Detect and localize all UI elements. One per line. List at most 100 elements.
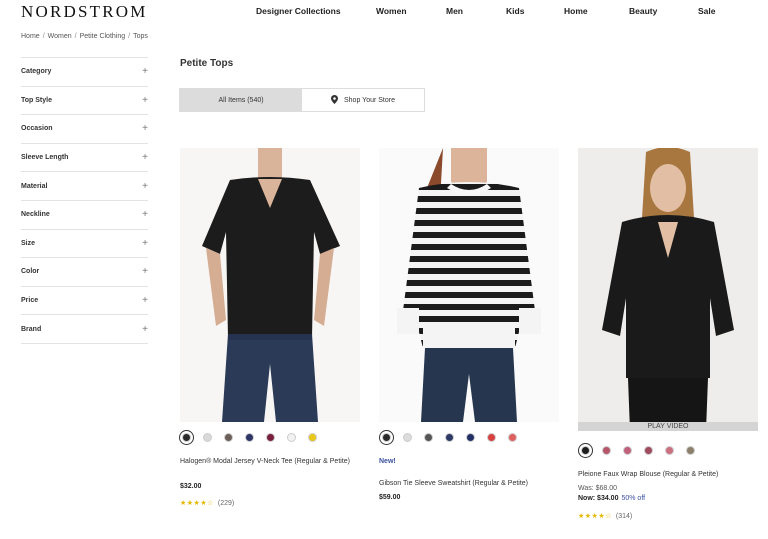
plus-icon[interactable]: + — [142, 295, 148, 306]
filter-label: Brand — [21, 325, 42, 333]
plus-icon[interactable]: + — [142, 209, 148, 220]
product-image[interactable] — [379, 148, 559, 422]
plus-icon[interactable]: + — [142, 152, 148, 163]
color-swatch[interactable] — [403, 433, 412, 442]
color-swatch[interactable] — [224, 433, 233, 442]
filter-label: Neckline — [21, 211, 50, 219]
tab-all-items[interactable]: All Items (540) — [180, 89, 302, 111]
color-swatch[interactable] — [382, 433, 391, 442]
store-toggle: All Items (540) Shop Your Store — [179, 88, 425, 112]
color-swatch[interactable] — [581, 446, 590, 455]
filter-label: Sleeve Length — [21, 154, 69, 162]
color-swatch[interactable] — [203, 433, 212, 442]
star-rating-icon: ★★★★☆ — [578, 513, 612, 520]
filter-neckline[interactable]: Neckline + — [21, 201, 148, 230]
filter-sleeve-length[interactable]: Sleeve Length + — [21, 144, 148, 173]
plus-icon[interactable]: + — [142, 123, 148, 134]
filter-category[interactable]: Category + — [21, 58, 148, 87]
filter-label: Material — [21, 182, 48, 190]
color-swatch[interactable] — [182, 433, 191, 442]
nav-home[interactable]: Home — [564, 6, 588, 16]
color-swatch[interactable] — [445, 433, 454, 442]
color-swatches — [382, 433, 529, 442]
breadcrumb: Home / Women / Petite Clothing / Tops — [21, 33, 148, 40]
plus-icon[interactable]: + — [142, 181, 148, 192]
page-title: Petite Tops — [180, 58, 234, 69]
color-swatch[interactable] — [308, 433, 317, 442]
filter-label: Color — [21, 268, 40, 276]
tab-shop-your-store[interactable]: Shop Your Store — [302, 89, 424, 111]
plus-icon[interactable]: + — [142, 95, 148, 106]
color-swatch[interactable] — [266, 433, 275, 442]
product-name[interactable]: Pleione Faux Wrap Blouse (Regular & Peti… — [578, 469, 748, 480]
breadcrumb-petite-clothing[interactable]: Petite Clothing — [80, 33, 126, 40]
product-rating[interactable]: ★★★★☆ (314) — [578, 512, 632, 520]
filter-color[interactable]: Color + — [21, 258, 148, 287]
color-swatch[interactable] — [466, 433, 475, 442]
breadcrumb-separator: / — [74, 33, 77, 40]
nav-designer-collections[interactable]: Designer Collections — [256, 6, 341, 16]
review-count: (314) — [615, 513, 633, 520]
play-video-button[interactable]: PLAY VIDEO — [578, 422, 758, 431]
breadcrumb-women[interactable]: Women — [48, 33, 72, 40]
filter-label: Category — [21, 68, 52, 76]
filter-label: Top Style — [21, 96, 52, 104]
color-swatch[interactable] — [245, 433, 254, 442]
was-price: Was: $68.00 — [578, 485, 618, 492]
filter-top-style[interactable]: Top Style + — [21, 87, 148, 116]
plus-icon[interactable]: + — [142, 266, 148, 277]
color-swatch[interactable] — [487, 433, 496, 442]
nav-sale[interactable]: Sale — [698, 6, 716, 16]
product-image[interactable] — [180, 148, 360, 422]
nav-men[interactable]: Men — [446, 6, 463, 16]
now-price: Now: $34.00 — [578, 495, 619, 502]
filter-price[interactable]: Price + — [21, 287, 148, 316]
filter-size[interactable]: Size + — [21, 230, 148, 259]
filter-label: Occasion — [21, 125, 53, 133]
breadcrumb-home[interactable]: Home — [21, 33, 40, 40]
plus-icon[interactable]: + — [142, 324, 148, 335]
nav-kids[interactable]: Kids — [506, 6, 524, 16]
color-swatch[interactable] — [287, 433, 296, 442]
breadcrumb-separator: / — [42, 33, 45, 40]
product-card[interactable]: PLAY VIDEO — [578, 148, 758, 431]
nav-women[interactable]: Women — [376, 6, 407, 16]
filter-brand[interactable]: Brand + — [21, 315, 148, 344]
filter-label: Size — [21, 239, 36, 247]
filter-occasion[interactable]: Occasion + — [21, 115, 148, 144]
color-swatch[interactable] — [602, 446, 611, 455]
product-price: $59.00 — [379, 494, 401, 501]
color-swatch[interactable] — [508, 433, 517, 442]
sale-price: Now: $34.00 50% off — [578, 495, 645, 502]
product-price: $32.00 — [180, 483, 202, 490]
map-pin-icon — [331, 94, 338, 106]
tab-label: All Items (540) — [218, 96, 264, 104]
color-swatches — [182, 433, 329, 442]
breadcrumb-separator: / — [128, 33, 131, 40]
color-swatch[interactable] — [665, 446, 674, 455]
discount-label: 50% off — [621, 495, 646, 502]
color-swatch[interactable] — [686, 446, 695, 455]
plus-icon[interactable]: + — [142, 238, 148, 249]
nordstrom-logo[interactable]: NORDSTROM — [21, 2, 148, 22]
product-rating[interactable]: ★★★★☆ (229) — [180, 499, 234, 507]
color-swatch[interactable] — [644, 446, 653, 455]
product-image[interactable]: PLAY VIDEO — [578, 148, 758, 431]
tab-label: Shop Your Store — [344, 96, 395, 104]
star-rating-icon: ★★★★☆ — [180, 500, 214, 507]
color-swatch[interactable] — [623, 446, 632, 455]
breadcrumb-tops[interactable]: Tops — [133, 33, 148, 40]
new-badge: New! — [379, 458, 396, 465]
product-card[interactable] — [180, 148, 360, 422]
filter-label: Price — [21, 297, 39, 305]
color-swatches — [581, 446, 707, 455]
review-count: (229) — [217, 500, 235, 507]
color-swatch[interactable] — [424, 433, 433, 442]
product-card[interactable] — [379, 148, 559, 422]
nav-beauty[interactable]: Beauty — [629, 6, 657, 16]
filter-sidebar: Category + Top Style + Occasion + Sleeve Le… — [21, 57, 148, 344]
filter-material[interactable]: Material + — [21, 172, 148, 201]
plus-icon[interactable]: + — [142, 66, 148, 77]
product-name[interactable]: Halogen® Modal Jersey V-Neck Tee (Regula… — [180, 456, 350, 467]
product-name[interactable]: Gibson Tie Sleeve Sweatshirt (Regular & … — [379, 478, 549, 489]
